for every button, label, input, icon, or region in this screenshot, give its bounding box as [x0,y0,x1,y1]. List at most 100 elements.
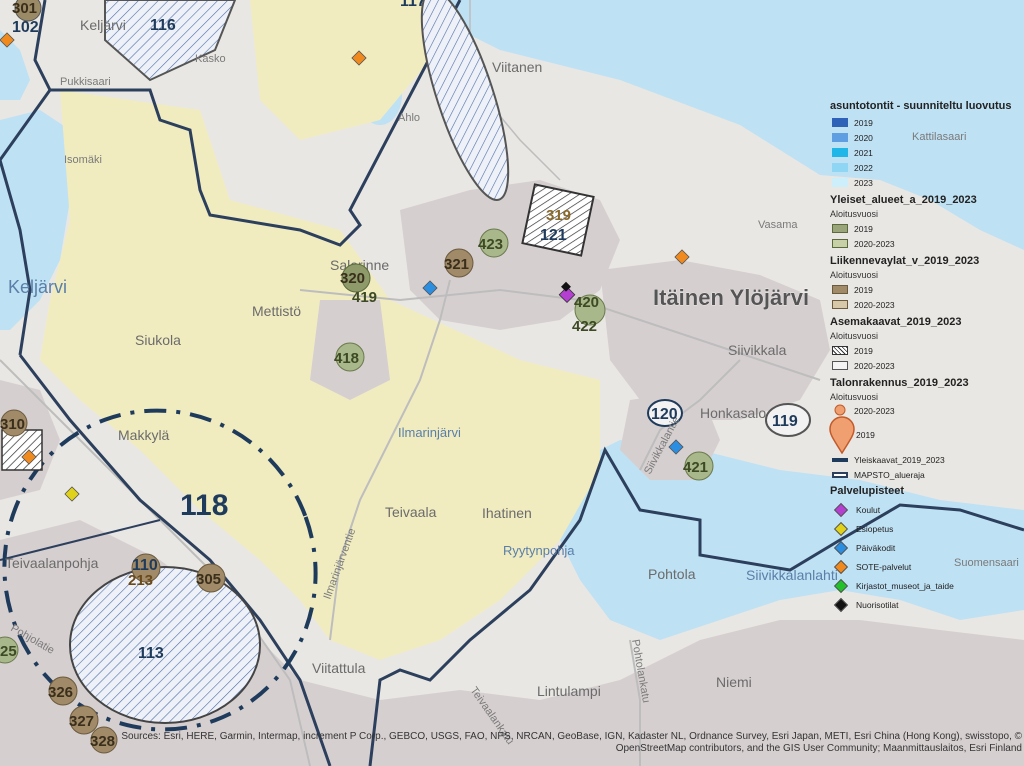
service-diamond-icon [833,559,849,574]
plan-area-label: 113 [138,645,164,662]
legend-swatch [832,285,848,294]
legend-swatch [832,148,848,157]
legend-label: 2019 [854,284,873,295]
legend-row: MAPSTO_alueraja [832,467,1022,482]
place-label: Ihatinen [482,505,532,521]
legend-title: Asemakaavat_2019_2023 [830,316,962,328]
service-diamond-icon [833,502,849,517]
water-label: Ilmarinjärvi [398,425,461,440]
asemakaava-310[interactable] [1,429,43,471]
legend-row: SOTE-palvelut [832,557,1022,576]
place-label: Mettistö [252,303,301,319]
legend-label: 2020-2023 [854,406,895,416]
service-diamond-icon [833,521,849,536]
legend-label: MAPSTO_alueraja [854,469,925,480]
site-number: 321 [444,256,469,273]
site-number: 319 [546,207,571,224]
attribution-line: OpenStreetMap contributors, and the GIS … [615,743,1022,754]
legend-title: Yleiset_alueet_a_2019_2023 [830,194,977,206]
legend-label: Yleiskaavat_2019_2023 [854,454,945,465]
place-label: Viitanen [492,59,542,75]
site-number: 119 [772,413,798,430]
legend-row: 2019 [832,282,1022,297]
site-number: 120 [651,406,678,423]
legend-label: 2019 [856,430,875,440]
site-number: 327 [69,713,94,730]
legend-label: 2022 [854,162,873,173]
legend-label: 2019 [854,345,873,356]
legend-title: Palvelupisteet [830,485,904,497]
legend-title: Talonrakennus_2019_2023 [830,377,969,389]
legend-row: Päiväkodit [832,538,1022,557]
legend-label: 2021 [854,147,873,158]
site-number: 418 [334,350,359,367]
legend-label: 2023 [854,177,873,188]
water-label: Siivikkalanlahti [746,567,838,583]
legend-swatch [832,163,848,172]
attribution-line: Sources: Esri, HERE, Garmin, Intermap, i… [121,731,1022,742]
place-label: Pohtola [648,566,696,582]
place-label: Lintulampi [537,683,601,699]
site-number: 422 [572,318,597,335]
place-label: Siivikkala [728,342,787,358]
legend-row: 2020-2023 [832,358,1022,373]
district-number-118: 118 [180,489,228,522]
legend-swatch [832,457,848,462]
legend-row: Esiopetus [832,519,1022,538]
legend-subtitle: Aloitusvuosi [830,209,879,219]
water-label: Ryytynpohja [503,543,575,558]
legend-label: Esiopetus [856,523,894,534]
legend-row: 2022 [832,160,1022,175]
legend-label: Koulut [856,504,881,515]
legend-group-plot-years: 2019 2020 2021 2022 2023 [826,115,1022,190]
legend-subtitle: Aloitusvuosi [830,392,879,402]
place-label: Kasko [195,53,226,65]
site-number: 326 [48,684,73,701]
site-number: 301 [12,0,37,17]
legend-row: Kirjastot_museot_ja_taide [832,576,1022,595]
legend-swatch [832,178,848,187]
legend-label: SOTE-palvelut [856,561,912,572]
legend-label: 2019 [854,223,873,234]
legend-row: 2019 [829,416,1022,454]
legend-label: 2020-2023 [854,360,895,371]
legend-swatch [832,471,848,478]
site-number: 421 [683,459,708,476]
legend-swatch [832,133,848,142]
place-label: Keljärvi [80,17,126,33]
legend-label: 2020 [854,132,873,143]
legend-row: Yleiskaavat_2019_2023 [832,452,1022,467]
plan-area-113[interactable] [69,566,261,724]
legend-row: 2020-2023 [832,404,1022,418]
legend-label: Kirjastot_museot_ja_taide [856,580,954,591]
place-label: Pukkisaari [60,76,111,88]
place-label: Honkasalo [700,405,766,421]
legend-row: 2023 [832,175,1022,190]
legend-swatch [832,224,848,233]
legend-label: 2019 [854,117,873,128]
legend-title: asuntotontit - suunniteltu luovutus [830,100,1012,112]
pin-large-icon [829,416,855,454]
legend-row: Koulut [832,500,1022,519]
place-label: Makkylä [118,427,170,443]
place-label: Teivaala [385,504,437,520]
site-number: 121 [540,227,567,244]
legend-row: Nuorisotilat [832,595,1022,614]
legend-row: 2020 [832,130,1022,145]
legend-row: 2019 [832,221,1022,236]
place-label: Ahlo [398,112,420,124]
legend-row: 2019 [832,343,1022,358]
site-number: 423 [478,236,503,253]
legend-swatch [832,361,848,370]
service-diamond-icon [833,578,849,593]
legend-row: 2020-2023 [832,236,1022,251]
site-number: 310 [0,416,25,433]
legend-label: 2020-2023 [854,238,895,249]
site-number: 420 [574,294,599,311]
water-label: Keljärvi [8,277,67,297]
legend-label: 2020-2023 [854,299,895,310]
legend-subtitle: Aloitusvuosi [830,331,879,341]
plan-area-label: 117 [400,0,426,10]
legend-row: 2021 [832,145,1022,160]
place-label: Viitattula [312,660,366,676]
